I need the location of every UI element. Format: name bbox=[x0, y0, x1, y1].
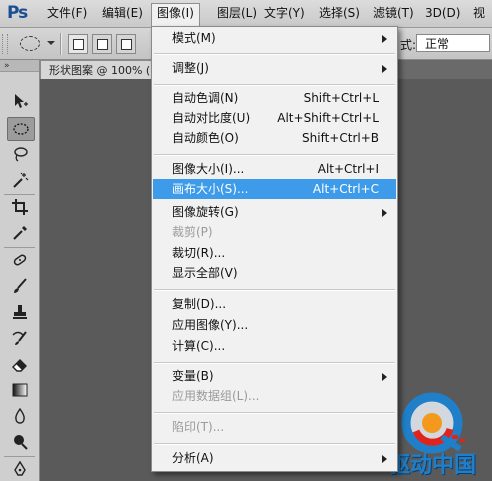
options-grip[interactable] bbox=[2, 34, 8, 54]
menu-item-label: 复制(D)... bbox=[172, 297, 227, 311]
menu-item-label: 自动色调(N) bbox=[172, 91, 239, 105]
menu-item-label: 显示全部(V) bbox=[172, 266, 238, 280]
submenu-arrow-icon bbox=[382, 209, 387, 217]
menu-item-shortcut: Alt+Ctrl+C bbox=[312, 182, 379, 196]
new-selection-button[interactable] bbox=[68, 34, 88, 54]
menu-separator bbox=[154, 154, 395, 156]
menu-item-calculations[interactable]: 计算(C)... bbox=[153, 336, 396, 356]
menu-item-variables[interactable]: 变量(B) bbox=[153, 366, 396, 386]
submenu-arrow-icon bbox=[382, 65, 387, 73]
menu-view[interactable]: 视 bbox=[468, 4, 490, 22]
style-label: 式: bbox=[400, 38, 417, 52]
menu-item-reveal-all[interactable]: 显示全部(V) bbox=[153, 263, 396, 283]
menu-separator bbox=[154, 412, 395, 414]
pen-icon[interactable] bbox=[7, 458, 33, 480]
menu-item-label: 调整(J) bbox=[172, 61, 209, 75]
menu-item-label: 图像大小(I)... bbox=[172, 162, 245, 176]
menu-item-label: 画布大小(S)... bbox=[172, 182, 249, 196]
menu-item-adjustments[interactable]: 调整(J) bbox=[153, 58, 396, 78]
menubar: Ps 文件(F) 编辑(E) 图像(I) 图层(L) 文字(Y) 选择(S) 滤… bbox=[0, 0, 492, 28]
healing-brush-icon[interactable] bbox=[7, 249, 33, 271]
subtract-selection-icon bbox=[121, 39, 132, 50]
photoshop-logo: Ps bbox=[7, 3, 28, 23]
menu-item-auto-tone[interactable]: 自动色调(N) Shift+Ctrl+L bbox=[153, 88, 396, 108]
menu-item-shortcut: Shift+Ctrl+L bbox=[303, 91, 379, 105]
submenu-arrow-icon bbox=[382, 35, 387, 43]
dodge-icon[interactable] bbox=[7, 431, 33, 453]
menu-separator bbox=[154, 443, 395, 445]
menu-layer[interactable]: 图层(L) bbox=[212, 4, 262, 22]
menu-filter[interactable]: 滤镜(T) bbox=[368, 4, 419, 22]
menu-item-label: 裁切(R)... bbox=[172, 246, 226, 260]
menu-item-label: 计算(C)... bbox=[172, 339, 226, 353]
add-selection-icon bbox=[97, 39, 108, 50]
collapse-panel-icon[interactable]: » bbox=[0, 60, 39, 72]
menu-item-duplicate[interactable]: 复制(D)... bbox=[153, 294, 396, 314]
divider bbox=[4, 247, 35, 248]
crop-icon[interactable] bbox=[7, 196, 33, 218]
chevron-down-icon[interactable] bbox=[47, 41, 55, 45]
menu-item-label: 图像旋转(G) bbox=[172, 205, 239, 219]
menu-select[interactable]: 选择(S) bbox=[314, 4, 365, 22]
menu-item-analysis[interactable]: 分析(A) bbox=[153, 448, 396, 468]
menu-item-crop: 裁剪(P) bbox=[153, 222, 396, 242]
menu-item-shortcut: Shift+Ctrl+B bbox=[302, 131, 379, 145]
subtract-selection-button[interactable] bbox=[116, 34, 136, 54]
menu-item-label: 应用数据组(L)... bbox=[172, 389, 260, 403]
menu-item-label: 自动对比度(U) bbox=[172, 111, 251, 125]
move-tool-icon[interactable] bbox=[7, 90, 33, 112]
menu-separator bbox=[154, 53, 395, 55]
menu-separator bbox=[154, 362, 395, 364]
eyedropper-icon[interactable] bbox=[7, 222, 33, 244]
menu-item-label: 裁剪(P) bbox=[172, 225, 213, 239]
style-select[interactable]: 正常 bbox=[416, 34, 490, 52]
menu-item-auto-contrast[interactable]: 自动对比度(U) Alt+Shift+Ctrl+L bbox=[153, 108, 396, 128]
menu-item-label: 分析(A) bbox=[172, 451, 214, 465]
divider bbox=[4, 194, 35, 195]
menu-item-label: 应用图像(Y)... bbox=[172, 318, 249, 332]
divider bbox=[4, 456, 35, 457]
ellipse-marquee-icon[interactable] bbox=[7, 117, 35, 141]
menu-item-label: 陷印(T)... bbox=[172, 420, 225, 434]
menu-item-trap: 陷印(T)... bbox=[153, 417, 396, 437]
menu-type[interactable]: 文字(Y) bbox=[259, 4, 310, 22]
magic-wand-icon[interactable] bbox=[7, 169, 33, 191]
menu-item-canvas-size[interactable]: 画布大小(S)... Alt+Ctrl+C bbox=[153, 179, 396, 199]
menu-item-mode[interactable]: 模式(M) bbox=[153, 28, 396, 48]
menu-file[interactable]: 文件(F) bbox=[42, 4, 92, 22]
menu-separator bbox=[154, 84, 395, 86]
clone-stamp-icon[interactable] bbox=[7, 301, 33, 323]
menu-image[interactable]: 图像(I) bbox=[151, 3, 200, 28]
menu-item-label: 变量(B) bbox=[172, 369, 214, 383]
menu-item-image-size[interactable]: 图像大小(I)... Alt+Ctrl+I bbox=[153, 159, 396, 179]
menu-item-shortcut: Alt+Shift+Ctrl+L bbox=[277, 111, 379, 125]
eraser-icon[interactable] bbox=[7, 353, 33, 375]
ellipse-marquee-preset-icon[interactable] bbox=[20, 36, 40, 51]
menu-edit[interactable]: 编辑(E) bbox=[97, 4, 148, 22]
new-selection-icon bbox=[73, 39, 84, 50]
tool-panel: » bbox=[0, 60, 40, 481]
menu-item-auto-color[interactable]: 自动颜色(O) Shift+Ctrl+B bbox=[153, 128, 396, 148]
lasso-icon[interactable] bbox=[7, 143, 33, 165]
menu-item-apply-data-set: 应用数据组(L)... bbox=[153, 386, 396, 406]
image-menu-dropdown: 模式(M) 调整(J) 自动色调(N) Shift+Ctrl+L 自动对比度(U… bbox=[151, 26, 398, 472]
menu-item-apply-image[interactable]: 应用图像(Y)... bbox=[153, 315, 396, 335]
history-brush-icon[interactable] bbox=[7, 327, 33, 349]
gradient-icon[interactable] bbox=[7, 379, 33, 401]
add-selection-button[interactable] bbox=[92, 34, 112, 54]
submenu-arrow-icon bbox=[382, 373, 387, 381]
menu-item-label: 模式(M) bbox=[172, 31, 216, 45]
blur-icon[interactable] bbox=[7, 405, 33, 427]
menu-item-shortcut: Alt+Ctrl+I bbox=[317, 162, 379, 176]
menu-3d[interactable]: 3D(D) bbox=[420, 4, 465, 22]
divider bbox=[60, 33, 62, 55]
menu-separator bbox=[154, 289, 395, 291]
brush-icon[interactable] bbox=[7, 275, 33, 297]
submenu-arrow-icon bbox=[382, 455, 387, 463]
menu-item-trim[interactable]: 裁切(R)... bbox=[153, 243, 396, 263]
menu-item-label: 自动颜色(O) bbox=[172, 131, 239, 145]
menu-item-image-rotation[interactable]: 图像旋转(G) bbox=[153, 202, 396, 222]
